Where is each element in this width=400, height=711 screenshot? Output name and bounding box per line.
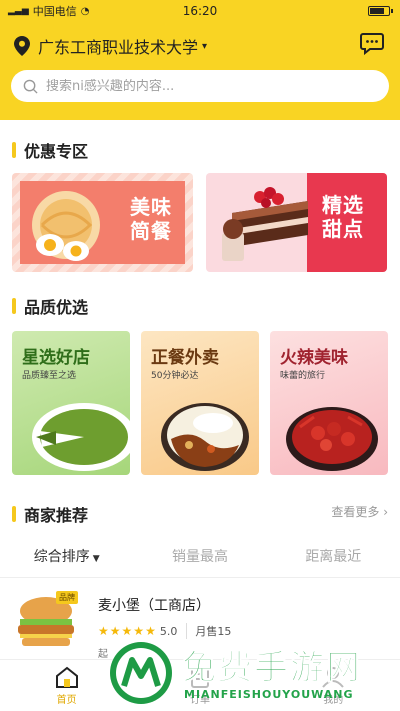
delivery-info: 起	[98, 649, 108, 660]
location-name: 广东工商职业技术大学	[38, 38, 199, 57]
search-input[interactable]	[46, 78, 346, 94]
star-icon: ★	[145, 624, 156, 638]
sort-option-sales[interactable]: 销量最高	[133, 546, 266, 566]
watermark: 免费手游网 MIANFEISHOUYOUWANG	[108, 638, 400, 711]
status-time: 16:20	[182, 4, 218, 18]
quality-card-star-store[interactable]: 星选好店 品质臻至之选	[12, 331, 130, 475]
rating-score: 5.0	[159, 624, 178, 638]
search-bar[interactable]	[11, 70, 389, 102]
watermark-subtitle: MIANFEISHOUYOUWANG	[184, 688, 354, 701]
caret-down-icon: ▼	[92, 554, 100, 564]
section-title-merchants: 商家推荐	[12, 502, 88, 526]
battery-icon	[368, 6, 393, 16]
sort-tabs: 综合排序 ▼ 销量最高 距离最近	[0, 540, 400, 572]
location-selector[interactable]: 广东工商职业技术大学 ▾	[14, 34, 207, 58]
brand-badge: 品牌	[56, 591, 78, 604]
star-icon: ★	[121, 624, 133, 638]
promo-simple-meal[interactable]: 美味简餐	[12, 173, 193, 272]
quality-card-spicy[interactable]: 火辣美味 味蕾的旅行	[270, 331, 388, 475]
cake-image	[222, 187, 308, 261]
crayfish-image	[286, 407, 378, 471]
promo-dessert[interactable]: 精选甜点	[206, 173, 387, 272]
quality-card-title: 星选好店	[22, 348, 90, 368]
promo-label: 精选甜点	[322, 193, 364, 241]
watermark-logo-icon	[110, 642, 172, 704]
watermark-title: 免费手游网	[182, 648, 362, 689]
view-more-link[interactable]: 查看更多 ›	[331, 503, 388, 520]
promo-label: 美味简餐	[130, 195, 172, 243]
section-title-quality: 品质优选	[12, 294, 88, 318]
monthly-sales: 月售15	[186, 623, 231, 639]
home-icon	[55, 666, 78, 688]
quality-card-title: 火辣美味	[280, 348, 348, 368]
quality-card-title: 正餐外卖	[151, 348, 219, 368]
quality-card-subtitle: 50分钟必达	[151, 371, 199, 381]
message-icon[interactable]	[360, 33, 384, 55]
status-bar: ▂▃▅ 中国电信 ◔ 16:20	[0, 0, 400, 22]
location-pin-icon	[14, 36, 30, 56]
star-icon: ★	[109, 624, 121, 638]
quality-card-main-meal[interactable]: 正餐外卖 50分钟必达	[141, 331, 259, 475]
quality-card-subtitle: 味蕾的旅行	[280, 371, 326, 381]
curry-rice-image	[161, 403, 249, 471]
section-title-discount: 优惠专区	[12, 138, 88, 162]
sort-option-distance[interactable]: 距离最近	[267, 546, 400, 566]
divider	[0, 577, 400, 578]
matcha-cake-image	[32, 403, 130, 471]
chevron-down-icon: ▾	[202, 40, 208, 52]
sort-option-default[interactable]: 综合排序 ▼	[0, 546, 133, 566]
star-icon: ★	[133, 624, 145, 638]
pasta-eggs-image	[32, 191, 100, 261]
search-icon	[23, 79, 38, 94]
header: ▂▃▅ 中国电信 ◔ 16:20 广东工商职业技术大学 ▾	[0, 0, 400, 120]
quality-card-subtitle: 品质臻至之选	[22, 371, 77, 381]
shop-rating: ★ ★ ★ ★ ★ 5.0 月售15	[98, 623, 231, 639]
shop-name: 麦小堡（工商店）	[98, 598, 210, 614]
star-icon: ★	[98, 624, 109, 638]
